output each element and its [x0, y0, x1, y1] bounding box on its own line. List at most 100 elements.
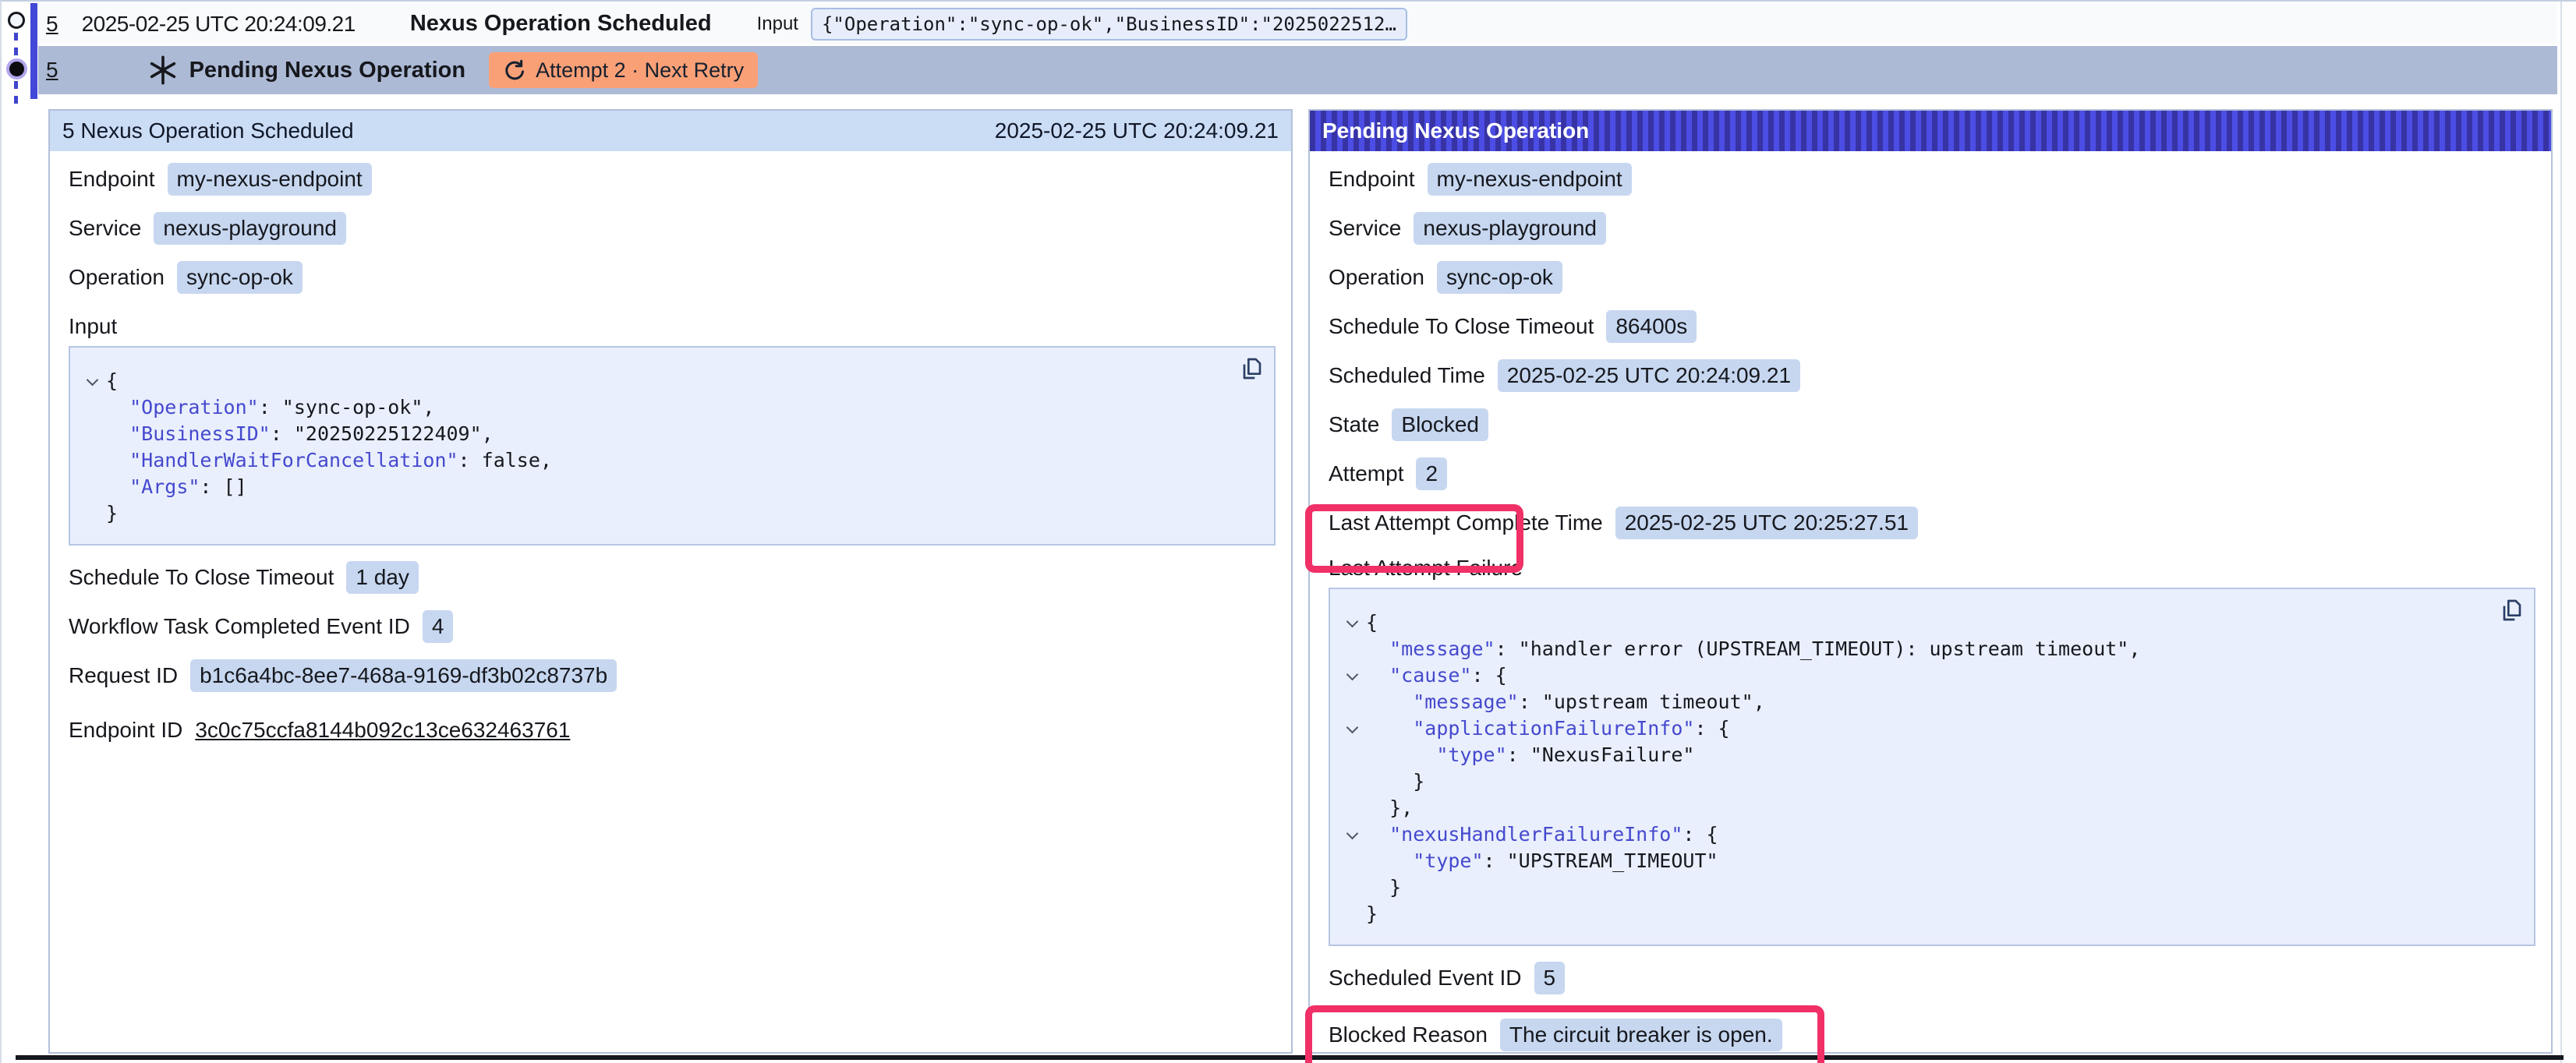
failure-json-block: { "message": "handler error (UPSTREAM_TI…: [1329, 588, 2535, 946]
left-panel-header: 5 Nexus Operation Scheduled 2025-02-25 U…: [50, 111, 1291, 151]
field-label: Operation: [1329, 265, 1424, 290]
code-line: "message": "handler error (UPSTREAM_TIME…: [1338, 636, 2518, 662]
attempt-retry-badge: Attempt 2 · Next Retry: [489, 52, 758, 88]
field-label: Scheduled Event ID: [1329, 966, 1522, 991]
field-value-badge: 1 day: [346, 561, 419, 594]
code-line: {: [78, 368, 1258, 394]
selected-event-indicator-bar: [30, 3, 37, 99]
scrollbar-track[interactable]: [2560, 2, 2576, 1063]
code-line: "nexusHandlerFailureInfo": {: [1338, 821, 2518, 848]
field-value-badge: 5: [1534, 962, 1566, 994]
annotation-blocked-reason-highlight: [1305, 1005, 1824, 1063]
field-label: Schedule To Close Timeout: [1329, 314, 1594, 339]
code-line: "type": "NexusFailure": [1338, 742, 2518, 768]
event-name: Nexus Operation Scheduled: [410, 11, 712, 37]
code-line: }: [78, 500, 1258, 527]
code-line: "message": "upstream timeout",: [1338, 689, 2518, 715]
field-scheduled-event-id: Scheduled Event ID 5: [1329, 961, 2535, 995]
code-line: "cause": {: [1338, 662, 2518, 689]
field-value-badge: 2: [1416, 457, 1447, 490]
field-value-badge: 86400s: [1606, 310, 1697, 343]
event-id-link[interactable]: 5: [46, 58, 58, 83]
event-name: Pending Nexus Operation: [189, 58, 466, 83]
field-value-badge: 2025-02-25 UTC 20:24:09.21: [1498, 359, 1800, 392]
field-label: Service: [69, 216, 141, 241]
right-panel-header: Pending Nexus Operation: [1310, 111, 2551, 151]
code-line: "BusinessID": "20250225122409",: [78, 421, 1258, 447]
field-operation: Operation sync-op-ok: [69, 260, 1276, 295]
pending-asterisk-icon: [147, 55, 179, 86]
collapse-chevron-icon[interactable]: [1346, 669, 1358, 681]
input-json-content: { "Operation": "sync-op-ok", "BusinessID…: [78, 368, 1258, 527]
field-scheduled-time: Scheduled Time 2025-02-25 UTC 20:24:09.2…: [1329, 358, 2535, 393]
history-row-nexus-operation-scheduled[interactable]: 5 2025-02-25 UTC 20:24:09.21 Nexus Opera…: [38, 3, 2557, 44]
field-value-badge: nexus-playground: [154, 212, 346, 245]
input-label: Input: [757, 13, 798, 35]
field-label: Endpoint ID: [69, 718, 182, 743]
code-line: }: [1338, 768, 2518, 795]
code-line: "Operation": "sync-op-ok",: [78, 394, 1258, 421]
field-label: Workflow Task Completed Event ID: [69, 614, 410, 639]
field-value-badge: 2025-02-25 UTC 20:25:27.51: [1615, 507, 1918, 539]
annotation-state-highlight: [1305, 504, 1523, 573]
field-service: Service nexus-playground: [69, 211, 1276, 245]
field-state: State Blocked: [1329, 408, 2535, 442]
code-line: }: [1338, 874, 2518, 901]
timeline-dashed-line: [14, 81, 18, 109]
field-value-badge: nexus-playground: [1414, 212, 1606, 245]
field-label: Endpoint: [1329, 167, 1415, 192]
field-operation: Operation sync-op-ok: [1329, 260, 2535, 295]
field-service: Service nexus-playground: [1329, 211, 2535, 245]
event-timestamp: 2025-02-25 UTC 20:24:09.21: [82, 12, 356, 37]
code-line: "Args": []: [78, 474, 1258, 500]
collapse-chevron-icon[interactable]: [1346, 722, 1358, 734]
state-value-badge: Blocked: [1392, 408, 1488, 441]
field-label: Operation: [69, 265, 165, 290]
field-workflow-task-completed-event-id: Workflow Task Completed Event ID 4: [69, 609, 1276, 644]
copy-icon[interactable]: [1237, 355, 1265, 383]
code-line: {: [1338, 609, 2518, 636]
field-value-badge: sync-op-ok: [177, 261, 303, 294]
field-label: Scheduled Time: [1329, 363, 1485, 388]
field-label: Attempt: [1329, 461, 1403, 486]
collapse-chevron-icon[interactable]: [86, 374, 98, 387]
field-label: Service: [1329, 216, 1401, 241]
field-attempt: Attempt 2: [1329, 457, 2535, 491]
code-line: "applicationFailureInfo": {: [1338, 715, 2518, 742]
event-id-link[interactable]: 5: [46, 12, 58, 37]
field-value-badge: my-nexus-endpoint: [168, 163, 372, 196]
history-row-pending-nexus-operation[interactable]: 5 Pending Nexus Operation Attempt 2 · Ne…: [38, 46, 2557, 94]
collapse-chevron-icon[interactable]: [1346, 828, 1358, 840]
timeline-open-circle-icon: [8, 12, 25, 29]
field-value-badge: 4: [423, 610, 454, 643]
attempt-badge-label: Attempt 2 · Next Retry: [536, 58, 744, 83]
input-section-label: Input: [69, 313, 1276, 340]
collapse-chevron-icon[interactable]: [1346, 616, 1358, 628]
field-label: State: [1329, 412, 1379, 437]
bottom-divider: [16, 1055, 2564, 1060]
code-line: },: [1338, 795, 2518, 821]
endpoint-id-link[interactable]: 3c0c75ccfa8144b092c13ce632463761: [195, 718, 570, 743]
field-schedule-to-close-timeout: Schedule To Close Timeout 1 day: [69, 560, 1276, 595]
pending-nexus-operation-panel: Pending Nexus Operation Endpoint my-nexu…: [1308, 109, 2553, 1054]
field-schedule-to-close-timeout: Schedule To Close Timeout 86400s: [1329, 309, 2535, 344]
input-preview-badge[interactable]: {"Operation":"sync-op-ok","BusinessID":"…: [811, 8, 1407, 41]
copy-icon[interactable]: [2496, 597, 2525, 625]
field-endpoint-id: Endpoint ID 3c0c75ccfa8144b092c13ce63246…: [69, 713, 1276, 747]
field-request-id: Request ID b1c6a4bc-8ee7-468a-9169-df3b0…: [69, 659, 1276, 693]
field-endpoint: Endpoint my-nexus-endpoint: [69, 162, 1276, 196]
timeline-filled-dot-icon: [9, 62, 24, 76]
input-json-block: { "Operation": "sync-op-ok", "BusinessID…: [69, 346, 1276, 546]
left-panel-title: 5 Nexus Operation Scheduled: [62, 118, 354, 143]
field-value-badge: sync-op-ok: [1437, 261, 1562, 294]
retry-icon: [503, 58, 526, 82]
workflow-history-page: 5 2025-02-25 UTC 20:24:09.21 Nexus Opera…: [0, 0, 2576, 1063]
left-panel-timestamp: 2025-02-25 UTC 20:24:09.21: [995, 118, 1279, 143]
failure-json-content: { "message": "handler error (UPSTREAM_TI…: [1338, 609, 2518, 927]
field-label: Request ID: [69, 663, 178, 688]
event-detail-panel-scheduled: 5 Nexus Operation Scheduled 2025-02-25 U…: [48, 109, 1293, 1054]
field-label: Endpoint: [69, 167, 155, 192]
code-line: "type": "UPSTREAM_TIMEOUT": [1338, 848, 2518, 874]
field-value-badge: b1c6a4bc-8ee7-468a-9169-df3b02c8737b: [190, 659, 617, 692]
field-endpoint: Endpoint my-nexus-endpoint: [1329, 162, 2535, 196]
